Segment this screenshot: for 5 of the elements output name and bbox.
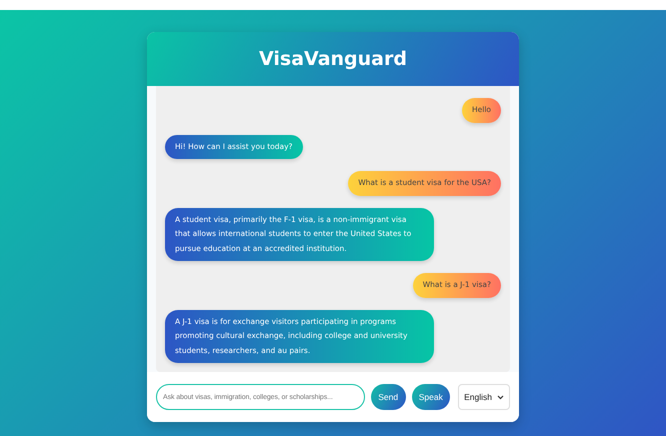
speak-button[interactable]: Speak bbox=[412, 384, 450, 410]
send-button[interactable]: Send bbox=[370, 384, 406, 410]
chevron-down-icon bbox=[497, 394, 504, 400]
app-title: VisaVanguard bbox=[259, 48, 407, 70]
language-select[interactable]: English bbox=[458, 384, 510, 410]
